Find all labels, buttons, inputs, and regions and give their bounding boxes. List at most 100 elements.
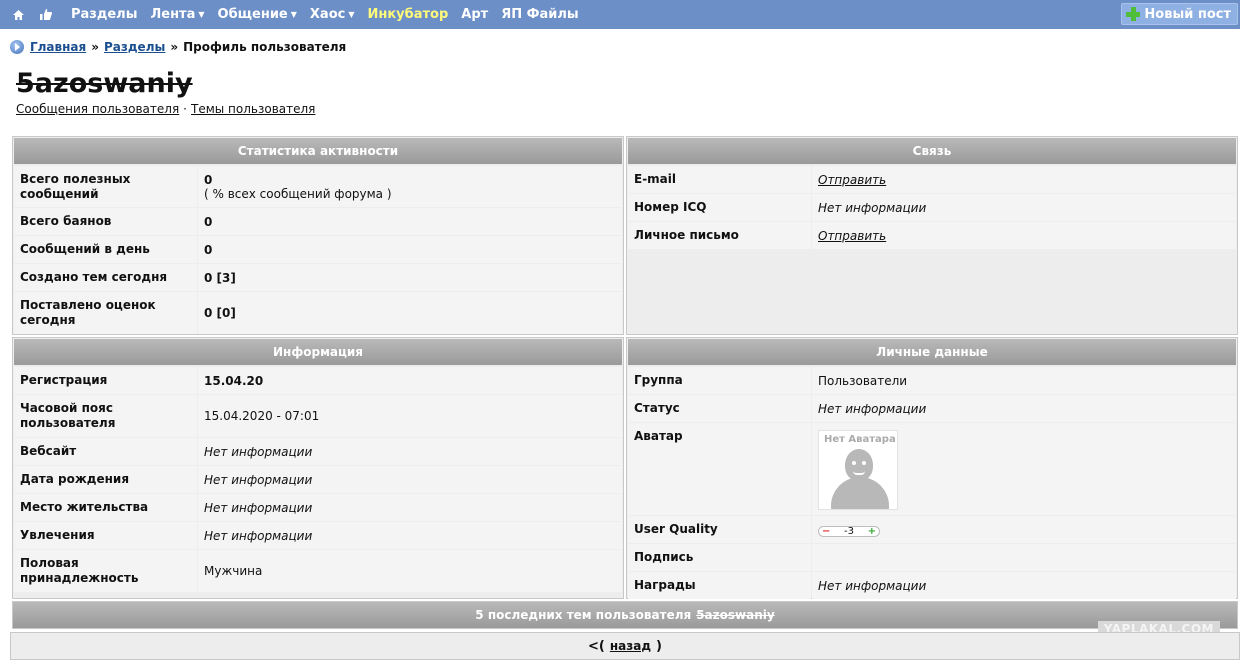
main-menu: Разделы Лента ▼ Общение ▼ Хаос ▼ Инкубатор … (58, 7, 579, 22)
nav-item-art[interactable]: Арт (461, 7, 488, 22)
user-quality-value: -3 (844, 525, 854, 537)
activity-stats-panel: Статистика активности Всего полезных соо… (12, 136, 624, 335)
birthday-value: Нет информации (204, 472, 313, 487)
plus-icon[interactable]: + (868, 526, 876, 537)
forum-percent: ( % всех сообщений форума ) (204, 186, 392, 201)
contact-panel: Связь E-mail Отправить Номер ICQ Нет инф… (626, 136, 1238, 335)
table-row: Личное письмо Отправить (628, 222, 1236, 249)
table-row: Группа Пользователи (628, 367, 1236, 394)
user-topics-link[interactable]: Темы пользователя (191, 102, 315, 116)
row-label: Регистрация (14, 367, 197, 394)
breadcrumb-separator: » (91, 40, 99, 54)
row-value: Нет информации (198, 466, 622, 493)
row-value: Отправить (812, 222, 1236, 249)
avatar-eye-shape (852, 461, 856, 465)
nav-item-lenta[interactable]: Лента ▼ (150, 7, 204, 22)
row-value: 0 (198, 236, 622, 263)
personal-table: Группа Пользователи Статус Нет информаци… (627, 366, 1237, 600)
breadcrumb-separator: » (170, 40, 179, 54)
plus-icon (1126, 7, 1141, 21)
send-private-message-link[interactable]: Отправить (818, 229, 886, 243)
panel-header: Личные данные (628, 339, 1236, 365)
table-row: Увлечения Нет информации (14, 522, 622, 549)
new-post-label: Новый пост (1144, 6, 1231, 22)
table-row: Регистрация 15.04.20 (14, 367, 622, 394)
send-email-link[interactable]: Отправить (818, 173, 886, 187)
breadcrumb-current: Профиль пользователя (183, 40, 347, 54)
row-value: − -3 + (812, 516, 1236, 543)
table-row: Место жительства Нет информации (14, 494, 622, 521)
avatar-body-shape (831, 477, 889, 509)
row-value: Нет информации (812, 572, 1236, 599)
table-row: Часовой пояс пользователя 15.04.2020 - 0… (14, 395, 622, 437)
breadcrumb: Главная » Разделы » Профиль пользователя (10, 40, 346, 54)
row-label: Часовой пояс пользователя (14, 395, 197, 437)
row-value: 15.04.2020 - 07:01 (198, 395, 622, 437)
table-row: Подпись (628, 544, 1236, 571)
row-value (812, 544, 1236, 571)
row-label: Увлечения (14, 522, 197, 549)
user-links: Сообщения пользователя · Темы пользователя (16, 102, 315, 116)
row-label: Подпись (628, 544, 811, 571)
user-posts-link[interactable]: Сообщения пользователя (16, 102, 179, 116)
recent-topics-username: 5azoswaniy (696, 608, 775, 622)
table-row: User Quality − -3 + (628, 516, 1236, 543)
table-row: Статус Нет информации (628, 395, 1236, 422)
contact-table: E-mail Отправить Номер ICQ Нет информаци… (627, 165, 1237, 250)
chevron-down-icon: ▼ (348, 10, 355, 19)
row-value: 0 [3] (198, 264, 622, 291)
info-panel: Информация Регистрация 15.04.20 Часовой … (12, 337, 624, 599)
row-value: Нет информации (812, 395, 1236, 422)
breadcrumb-sections-link[interactable]: Разделы (104, 40, 165, 54)
row-value: Нет Аватара (812, 423, 1236, 515)
table-row: Награды Нет информации (628, 572, 1236, 599)
back-link[interactable]: назад (610, 639, 651, 653)
chevron-down-icon: ▼ (198, 10, 205, 19)
table-row: Всего полезных сообщений 0( % всех сообщ… (14, 166, 622, 207)
row-value: 0 (198, 208, 622, 235)
nav-item-khaos[interactable]: Хаос ▼ (310, 7, 355, 22)
table-row: Поставлено оценок сегодня 0 [0] (14, 292, 622, 334)
back-open-bracket: <( (588, 638, 605, 654)
icq-value: Нет информации (818, 200, 927, 215)
stats-table: Всего полезных сообщений 0 ( % всех сообщ… (13, 165, 623, 335)
home-icon[interactable] (10, 7, 26, 23)
avatar-head-shape (845, 449, 873, 481)
arrow-circle-icon (10, 40, 24, 54)
table-row: Дата рождения Нет информации (14, 466, 622, 493)
table-row: Всего баянов 0 (14, 208, 622, 235)
back-close-bracket: ) (656, 638, 662, 654)
nav-item-obshchenie[interactable]: Общение ▼ (218, 7, 297, 22)
recent-topics-title: 5 последних тем пользователя (475, 608, 692, 622)
nav-item-yap-files[interactable]: ЯП Файлы (501, 7, 578, 22)
location-value: Нет информации (204, 500, 313, 515)
status-value: Нет информации (818, 401, 927, 416)
back-bar: <( назад ) (10, 632, 1240, 660)
row-label: Половая принадлежность (14, 550, 197, 592)
breadcrumb-home-link[interactable]: Главная (30, 40, 86, 54)
nav-item-inkubator[interactable]: Инкубатор (368, 7, 449, 22)
table-row: Номер ICQ Нет информации (628, 194, 1236, 221)
awards-value: Нет информации (818, 578, 927, 593)
row-label: Сообщений в день (14, 236, 197, 263)
chevron-down-icon: ▼ (290, 10, 297, 19)
new-post-button[interactable]: Новый пост (1121, 3, 1238, 25)
row-value: Нет информации (198, 494, 622, 521)
avatar-eye-shape (862, 461, 866, 465)
row-value: Мужчина (198, 550, 622, 592)
minus-icon[interactable]: − (822, 526, 830, 537)
personal-data-panel: Личные данные Группа Пользователи Статус… (626, 337, 1238, 599)
thumbs-up-icon[interactable] (38, 7, 54, 23)
row-label: Создано тем сегодня (14, 264, 197, 291)
panel-header: Информация (14, 339, 622, 365)
row-value: 15.04.20 (198, 367, 622, 394)
nav-item-razdely[interactable]: Разделы (71, 7, 137, 22)
table-row: Аватар Нет Аватара (628, 423, 1236, 515)
row-label: Номер ICQ (628, 194, 811, 221)
row-label: Всего полезных сообщений (14, 166, 197, 207)
avatar-placeholder-text: Нет Аватара (824, 434, 896, 445)
row-label: Награды (628, 572, 811, 599)
row-label: Место жительства (14, 494, 197, 521)
table-row: Сообщений в день 0 (14, 236, 622, 263)
row-value: Нет информации (198, 522, 622, 549)
